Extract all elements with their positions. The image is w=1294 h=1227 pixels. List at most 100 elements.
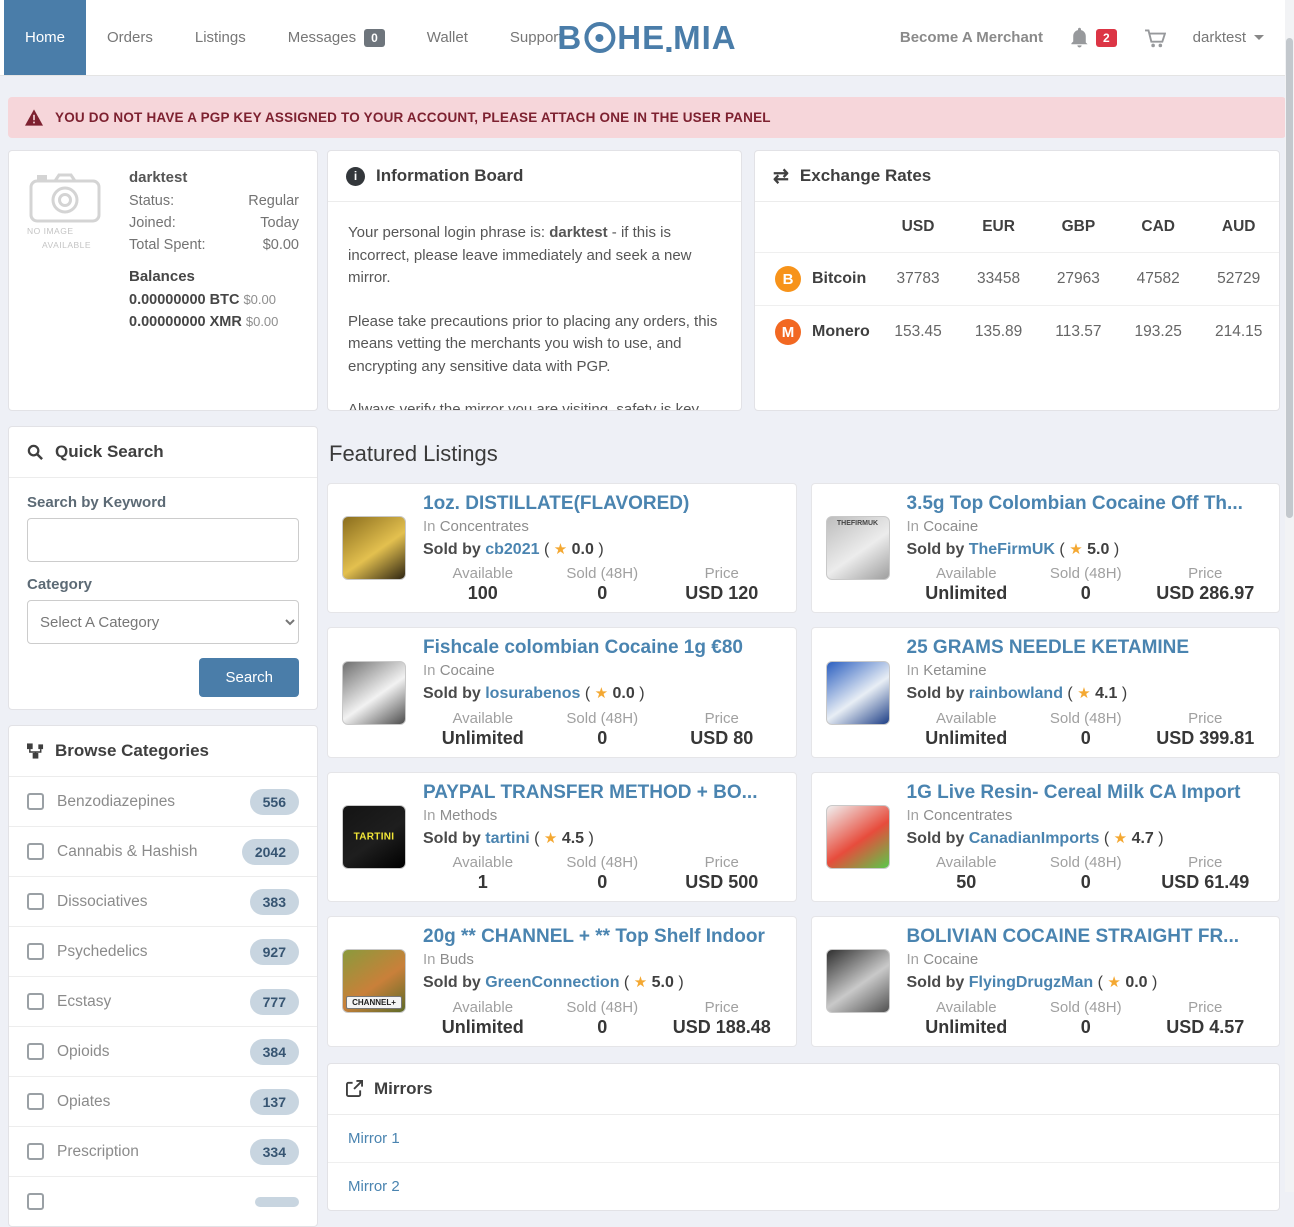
rates-header-row: USDEURGBPCADAUD (755, 202, 1279, 253)
listing-image[interactable]: CHANNEL+ (342, 949, 406, 1013)
become-merchant-link[interactable]: Become A Merchant (900, 29, 1043, 46)
user-menu[interactable]: darktest (1193, 29, 1264, 46)
category-checkbox[interactable] (27, 1093, 44, 1110)
vendor-link[interactable]: losurabenos (485, 685, 580, 702)
scrollbar[interactable] (1285, 0, 1294, 1192)
rate-value: 37783 (878, 253, 959, 306)
keyword-input[interactable] (27, 518, 299, 562)
rate-row: M Monero 153.45135.89113.57193.25214.15 (755, 306, 1279, 359)
listing-rating: 0.0 (1125, 974, 1147, 991)
listing-image[interactable] (826, 949, 890, 1013)
star-icon: ★ (634, 974, 647, 991)
listing-title[interactable]: 1oz. DISTILLATE(FLAVORED) (423, 492, 782, 516)
listing-image[interactable]: THEFIRMUK (826, 516, 890, 580)
listing-price: USD 286.97 (1146, 583, 1266, 604)
notifications-button[interactable]: 2 (1070, 27, 1117, 48)
category-row[interactable]: Dissociatives 383 (9, 876, 317, 926)
vendor-link[interactable]: FlyingDrugzMan (969, 974, 1093, 991)
balances-title: Balances (129, 268, 299, 285)
star-icon: ★ (554, 541, 567, 558)
category-checkbox[interactable] (27, 993, 44, 1010)
listing-image[interactable] (826, 661, 890, 725)
vendor-link[interactable]: CanadianImports (969, 830, 1100, 847)
category-row[interactable]: Opiates 137 (9, 1076, 317, 1126)
category-row[interactable] (9, 1176, 317, 1226)
listing-card[interactable]: Fishcale colombian Cocaine 1g €80 In Coc… (327, 627, 797, 757)
nav-item[interactable]: Wallet (406, 0, 489, 75)
listing-title[interactable]: 3.5g Top Colombian Cocaine Off Th... (907, 492, 1266, 516)
cart-button[interactable] (1144, 28, 1166, 48)
rate-value: 214.15 (1198, 306, 1279, 359)
category-count-badge: 383 (250, 889, 299, 915)
rates-body: B Bitcoin 3778333458279634758252729 M (755, 253, 1279, 359)
listing-title[interactable]: Fishcale colombian Cocaine 1g €80 (423, 636, 782, 660)
coin-cell: M Monero (755, 306, 878, 359)
listing-card[interactable]: 1oz. DISTILLATE(FLAVORED) In Concentrate… (327, 483, 797, 613)
category-checkbox[interactable] (27, 1143, 44, 1160)
category-checkbox[interactable] (27, 1193, 44, 1210)
listing-available: 50 (907, 872, 1027, 893)
exchange-rates-header: ⇄ Exchange Rates (755, 151, 1279, 202)
coin-icon: B (775, 266, 801, 292)
listing-image[interactable] (342, 516, 406, 580)
search-button[interactable]: Search (199, 658, 299, 697)
vendor-link[interactable]: cb2021 (485, 541, 539, 558)
category-row[interactable]: Ecstasy 777 (9, 976, 317, 1026)
category-checkbox[interactable] (27, 1043, 44, 1060)
category-row[interactable]: Psychedelics 927 (9, 926, 317, 976)
balance-row: 0.00000000 BTC$0.00 (129, 292, 299, 308)
listing-card[interactable]: 25 GRAMS NEEDLE KETAMINE In Ketamine Sol… (811, 627, 1281, 757)
listing-title[interactable]: BOLIVIAN COCAINE STRAIGHT FR... (907, 925, 1266, 949)
quick-search-header: Quick Search (9, 427, 317, 478)
mirrors-panel: Mirrors Mirror 1Mirror 2 (327, 1063, 1280, 1211)
nav-item[interactable]: Messages 0 (267, 0, 406, 75)
listing-image[interactable] (826, 805, 890, 869)
mirror-link[interactable]: Mirror 1 (328, 1115, 1279, 1162)
page-content: NO IMAGE AVAILABLE darktest Status: Regu… (0, 150, 1294, 1227)
featured-listings-title: Featured Listings (329, 441, 1280, 467)
username-label: darktest (1193, 29, 1246, 46)
category-checkbox[interactable] (27, 843, 44, 860)
category-checkbox[interactable] (27, 793, 44, 810)
category-row[interactable]: Opioids 384 (9, 1026, 317, 1076)
nav-item[interactable]: Home (4, 0, 86, 75)
vendor-link[interactable]: tartini (485, 830, 529, 847)
bell-icon (1070, 27, 1089, 48)
listing-title[interactable]: 1G Live Resin- Cereal Milk CA Import (907, 781, 1266, 805)
bohemia-logo[interactable]: BHEMIA (557, 19, 736, 57)
category-select[interactable]: Select A Category (27, 600, 299, 644)
listing-title[interactable]: 20g ** CHANNEL + ** Top Shelf Indoor (423, 925, 782, 949)
listing-card[interactable]: 1G Live Resin- Cereal Milk CA Import In … (811, 772, 1281, 902)
listing-title[interactable]: 25 GRAMS NEEDLE KETAMINE (907, 636, 1266, 660)
logo-part2: HE (617, 19, 665, 57)
listing-category: Concentrates (440, 518, 529, 535)
vendor-link[interactable]: rainbowland (969, 685, 1063, 702)
vendor-link[interactable]: TheFirmUK (969, 541, 1055, 558)
category-count-badge: 927 (250, 939, 299, 965)
category-row[interactable]: Benzodiazepines 556 (9, 777, 317, 826)
category-checkbox[interactable] (27, 943, 44, 960)
listing-card[interactable]: BOLIVIAN COCAINE STRAIGHT FR... In Cocai… (811, 916, 1281, 1046)
category-checkbox[interactable] (27, 893, 44, 910)
browse-categories-panel: Browse Categories Benzodiazepines 556 Ca… (8, 725, 318, 1227)
mirror-link[interactable]: Mirror 2 (328, 1162, 1279, 1210)
listing-category: Buds (440, 951, 474, 968)
exchange-rates-title: Exchange Rates (800, 166, 931, 186)
category-row[interactable]: Cannabis & Hashish 2042 (9, 826, 317, 876)
notifications-count-badge: 2 (1096, 29, 1117, 47)
listing-image[interactable] (342, 661, 406, 725)
listing-stats: AvailableUnlimited Sold (48H)0 PriceUSD … (907, 710, 1266, 749)
listing-rating: 4.7 (1132, 830, 1154, 847)
scrollbar-thumb[interactable] (1286, 38, 1293, 518)
listing-card[interactable]: TARTINI PAYPAL TRANSFER METHOD + BO... I… (327, 772, 797, 902)
profile-field-label: Joined: (129, 215, 176, 231)
listing-card[interactable]: CHANNEL+ 20g ** CHANNEL + ** Top Shelf I… (327, 916, 797, 1046)
listing-image[interactable]: TARTINI (342, 805, 406, 869)
vendor-link[interactable]: GreenConnection (485, 974, 619, 991)
category-row[interactable]: Prescription 334 (9, 1126, 317, 1176)
nav-item[interactable]: Orders (86, 0, 174, 75)
nav-item-label: Listings (195, 29, 246, 46)
listing-card[interactable]: THEFIRMUK 3.5g Top Colombian Cocaine Off… (811, 483, 1281, 613)
listing-title[interactable]: PAYPAL TRANSFER METHOD + BO... (423, 781, 782, 805)
nav-item[interactable]: Listings (174, 0, 267, 75)
